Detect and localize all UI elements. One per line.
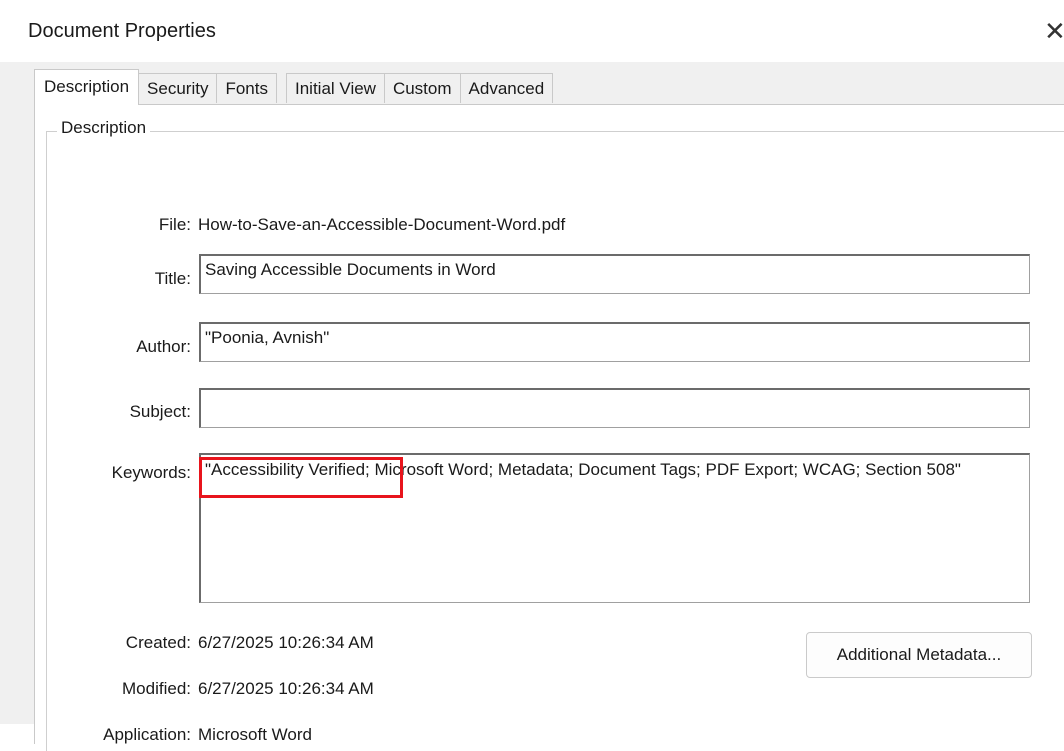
title-label: Title: [154,269,191,288]
tab-description[interactable]: Description [34,69,140,105]
subject-field[interactable] [199,388,1030,428]
description-group: Description File: How-to-Save-an-Accessi… [46,118,1064,751]
additional-metadata-button[interactable]: Additional Metadata... [806,632,1032,678]
document-properties-dialog: Document Properties ✕ Description Securi… [0,0,1064,751]
tab-fonts[interactable]: Fonts [216,73,277,103]
file-value: How-to-Save-an-Accessible-Document-Word.… [198,215,566,234]
dialog-client-area: Description Security Fonts Initial View … [0,62,1064,751]
created-label: Created: [125,633,191,652]
title-bar: Document Properties ✕ [0,0,1064,62]
keywords-field[interactable]: "Accessibility Verified; Microsoft Word;… [199,453,1030,603]
close-icon[interactable]: ✕ [1044,16,1064,46]
created-value: 6/27/2025 10:26:34 AM [198,633,374,652]
application-value: Microsoft Word [198,725,312,744]
tab-custom[interactable]: Custom [383,73,461,103]
tab-advanced[interactable]: Advanced [459,73,554,103]
author-field[interactable]: "Poonia, Avnish" [199,322,1030,362]
description-group-legend: Description [57,118,151,138]
title-field[interactable]: Saving Accessible Documents in Word [199,254,1030,294]
dialog-title: Document Properties [28,20,216,42]
keywords-label: Keywords: [111,463,191,482]
author-label: Author: [136,337,191,356]
application-label: Application: [103,725,191,744]
tab-strip: Description Security Fonts Initial View … [34,69,554,105]
modified-label: Modified: [122,679,191,698]
modified-value: 6/27/2025 10:26:34 AM [198,679,374,698]
file-label: File: [158,215,191,234]
tab-security[interactable]: Security [138,73,218,103]
description-tab-page: Description File: How-to-Save-an-Accessi… [34,104,1064,751]
subject-label: Subject: [129,402,191,421]
tab-initial-view[interactable]: Initial View [286,73,385,103]
